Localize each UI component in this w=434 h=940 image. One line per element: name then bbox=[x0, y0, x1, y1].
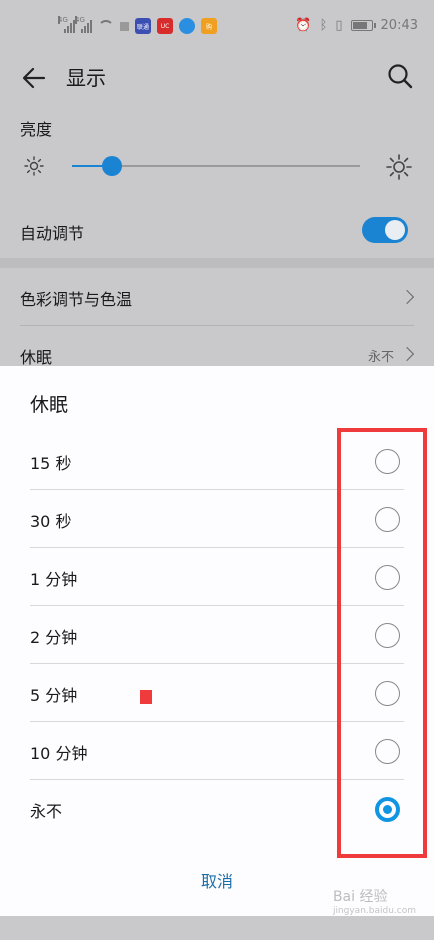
option-label: 10 分钟 bbox=[30, 744, 88, 763]
page-title: 显示 bbox=[66, 66, 106, 90]
watermark-url: jingyan.baidu.com bbox=[332, 906, 416, 916]
sleep-dialog: 休眠 15 秒 30 秒 1 分钟 2 分钟 5 分钟 10 分钟 永不 取消 bbox=[0, 366, 434, 916]
search-icon[interactable] bbox=[386, 62, 414, 90]
red-marker bbox=[140, 690, 152, 704]
radio-button[interactable] bbox=[375, 507, 400, 532]
radio-button-selected[interactable] bbox=[375, 797, 400, 822]
app-badge-unicom: 联通 bbox=[135, 18, 151, 34]
radio-button[interactable] bbox=[375, 565, 400, 590]
brightness-slider-thumb[interactable] bbox=[102, 156, 123, 176]
brightness-section: 亮度 自动调节 bbox=[0, 104, 434, 260]
wifi-icon bbox=[98, 20, 114, 32]
radio-button[interactable] bbox=[375, 623, 400, 648]
brightness-slider[interactable] bbox=[72, 156, 360, 176]
brightness-label: 亮度 bbox=[20, 120, 53, 139]
option-label: 1 分钟 bbox=[30, 570, 78, 589]
app-header: 显示 bbox=[0, 56, 434, 102]
app-badge-uc: UC bbox=[157, 18, 173, 34]
vibrate-icon: ▯ bbox=[335, 18, 343, 33]
radio-button[interactable] bbox=[375, 739, 400, 764]
status-time: 20:43 bbox=[380, 18, 418, 33]
signal-icon: 4G bbox=[58, 16, 75, 33]
app-badge-browser bbox=[179, 18, 195, 34]
sleep-row[interactable]: 休眠 永不 bbox=[0, 326, 434, 367]
color-temperature-label: 色彩调节与色温 bbox=[20, 290, 133, 309]
auto-brightness-toggle[interactable] bbox=[362, 217, 408, 243]
notification-square-icon bbox=[120, 21, 129, 31]
option-label: 30 秒 bbox=[30, 512, 72, 531]
sleep-option-5min[interactable]: 5 分钟 bbox=[30, 664, 404, 722]
option-label: 5 分钟 bbox=[30, 686, 78, 705]
sun-small-icon bbox=[24, 156, 44, 176]
option-label: 2 分钟 bbox=[30, 628, 78, 647]
status-right: ⏰ ᛒ ▯ 20:43 bbox=[295, 18, 418, 33]
sun-large-icon bbox=[386, 154, 412, 180]
chevron-right-icon bbox=[399, 289, 415, 305]
sleep-option-1min[interactable]: 1 分钟 bbox=[30, 548, 404, 606]
option-label: 15 秒 bbox=[30, 454, 72, 473]
color-temperature-row[interactable]: 色彩调节与色温 bbox=[0, 268, 434, 326]
radio-button[interactable] bbox=[375, 449, 400, 474]
signal-icon-2: 4G bbox=[75, 16, 92, 33]
radio-button[interactable] bbox=[375, 681, 400, 706]
sleep-option-10min[interactable]: 10 分钟 bbox=[30, 722, 404, 780]
app-badge-shop: 购 bbox=[201, 18, 217, 34]
option-label: 永不 bbox=[30, 802, 63, 821]
section-separator bbox=[0, 258, 434, 268]
toggle-knob bbox=[385, 220, 405, 240]
bottom-strip bbox=[0, 916, 434, 940]
status-bar: 4G 4G 联通 UC 购 ⏰ ᛒ ▯ 20:43 bbox=[0, 0, 434, 56]
watermark-brand: Bai 经验 bbox=[332, 889, 388, 905]
bluetooth-icon: ᛒ bbox=[319, 18, 328, 33]
back-arrow-icon[interactable] bbox=[20, 64, 48, 92]
sleep-option-15s[interactable]: 15 秒 bbox=[30, 432, 404, 490]
battery-icon bbox=[350, 20, 376, 31]
sleep-option-never[interactable]: 永不 bbox=[30, 780, 404, 838]
sleep-option-2min[interactable]: 2 分钟 bbox=[30, 606, 404, 664]
auto-brightness-label: 自动调节 bbox=[20, 224, 85, 243]
sleep-option-30s[interactable]: 30 秒 bbox=[30, 490, 404, 548]
sleep-label: 休眠 bbox=[20, 348, 53, 367]
status-left: 4G 4G 联通 UC 购 bbox=[58, 16, 217, 34]
sleep-value: 永不 bbox=[367, 350, 394, 365]
baidu-watermark-logo: Bai 经验 jingyan.baidu.com bbox=[333, 886, 416, 916]
dialog-title: 休眠 bbox=[30, 394, 69, 416]
alarm-icon: ⏰ bbox=[295, 18, 312, 33]
chevron-right-icon bbox=[399, 346, 415, 362]
